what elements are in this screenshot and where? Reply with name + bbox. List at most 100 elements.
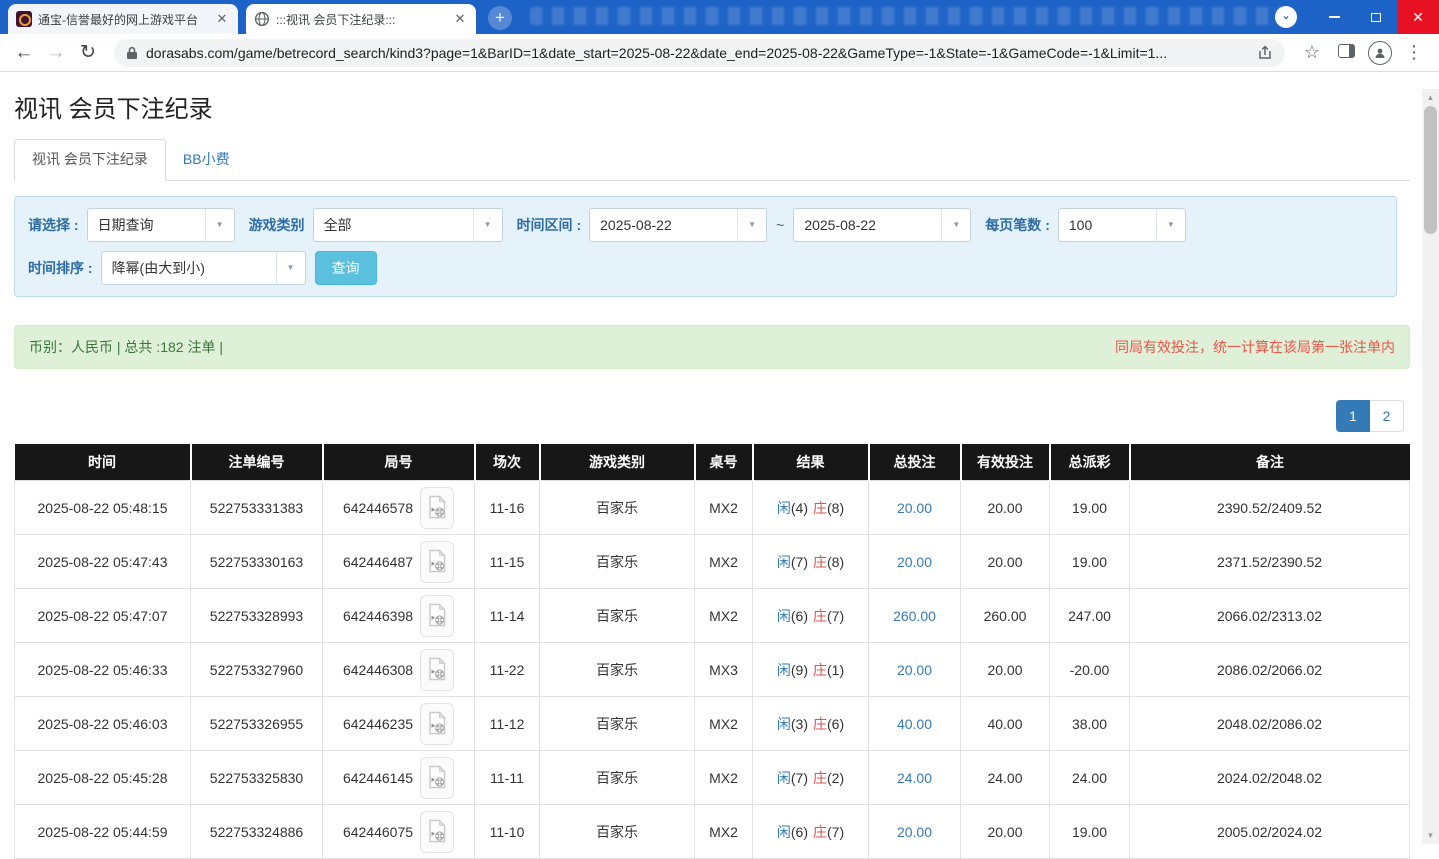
cell-payout: 19.00 — [1050, 805, 1130, 859]
profile-avatar[interactable] — [1363, 41, 1397, 65]
cell-remark: 2066.02/2313.02 — [1130, 589, 1410, 643]
cell-bet-id: 522753330163 — [191, 535, 323, 589]
cell-result: 闲(9)庄(1) — [753, 643, 869, 697]
video-replay-button[interactable] — [420, 757, 454, 799]
scrollbar-up-arrow[interactable]: ▲ — [1422, 89, 1439, 106]
total-bet-link[interactable]: 20.00 — [897, 554, 932, 570]
browser-tab-2[interactable]: :::视讯 会员下注纪录::: — [246, 4, 476, 34]
page-size-select[interactable]: 100 — [1058, 208, 1186, 242]
query-button[interactable]: 查询 — [315, 251, 377, 285]
back-button[interactable] — [8, 42, 40, 64]
date-start-select[interactable]: 2025-08-22 — [589, 208, 767, 242]
result-player-value: (3) — [791, 716, 808, 732]
cell-total-bet: 20.00 — [869, 535, 961, 589]
total-bet-link[interactable]: 20.00 — [897, 500, 932, 516]
chevron-down-icon — [941, 209, 970, 241]
date-end-select[interactable]: 2025-08-22 — [793, 208, 971, 242]
cell-result: 闲(4)庄(8) — [753, 481, 869, 535]
page-scrollbar[interactable]: ▲ ▼ — [1422, 89, 1439, 844]
sort-label: 时间排序 : — [28, 258, 93, 278]
result-player-label: 闲 — [777, 824, 791, 840]
minimize-button[interactable] — [1313, 0, 1355, 34]
cell-time: 2025-08-22 05:44:59 — [15, 805, 191, 859]
cell-payout: 19.00 — [1050, 535, 1130, 589]
side-panel-button[interactable] — [1329, 43, 1363, 63]
total-bet-link[interactable]: 20.00 — [897, 662, 932, 678]
video-replay-button[interactable] — [420, 649, 454, 691]
cell-game-type: 百家乐 — [540, 805, 695, 859]
chevron-down-icon — [276, 252, 305, 284]
result-player-value: (7) — [791, 770, 808, 786]
new-tab-button[interactable] — [488, 6, 512, 30]
result-player-label: 闲 — [777, 662, 791, 678]
cell-bet-id: 522753325830 — [191, 751, 323, 805]
share-icon[interactable] — [1257, 45, 1273, 61]
chevron-down-icon — [1156, 209, 1185, 241]
cell-remark: 2048.02/2086.02 — [1130, 697, 1410, 751]
game-type-select[interactable]: 全部 — [313, 208, 503, 242]
result-banker-label: 庄 — [813, 662, 827, 678]
cell-result: 闲(7)庄(2) — [753, 751, 869, 805]
sort-value: 降幂(由大到小) — [102, 258, 276, 278]
browser-tab-strip: 通宝-信誉最好的网上游戏平台 :::视讯 会员下注纪录::: — [0, 0, 1439, 34]
cell-round-id: 642446398 — [323, 589, 475, 643]
refresh-button[interactable] — [72, 41, 104, 64]
video-replay-button[interactable] — [420, 487, 454, 529]
bookmark-star-icon[interactable] — [1295, 42, 1329, 63]
page-1-button[interactable]: 1 — [1336, 400, 1370, 432]
video-file-icon — [427, 495, 447, 520]
tab-close-icon[interactable] — [214, 11, 230, 27]
tab-search-button[interactable] — [1275, 6, 1297, 28]
scrollbar-thumb[interactable] — [1424, 106, 1437, 234]
page-2-button[interactable]: 2 — [1370, 400, 1404, 432]
cell-remark: 2024.02/2048.02 — [1130, 751, 1410, 805]
cell-time: 2025-08-22 05:45:28 — [15, 751, 191, 805]
cell-round-id: 642446075 — [323, 805, 475, 859]
video-replay-button[interactable] — [420, 541, 454, 583]
video-replay-button[interactable] — [420, 703, 454, 745]
result-banker-label: 庄 — [813, 716, 827, 732]
tab-bb-tips[interactable]: BB小费 — [166, 140, 247, 180]
url-text: dorasabs.com/game/betrecord_search/kind3… — [146, 45, 1249, 61]
column-header-8: 总投注 — [869, 444, 961, 481]
cell-bet-id: 522753327960 — [191, 643, 323, 697]
total-bet-link[interactable]: 260.00 — [893, 608, 936, 624]
address-bar[interactable]: dorasabs.com/game/betrecord_search/kind3… — [114, 39, 1285, 67]
cell-bet-id: 522753324886 — [191, 805, 323, 859]
browser-tab-1[interactable]: 通宝-信誉最好的网上游戏平台 — [8, 4, 238, 34]
query-type-label: 请选择 : — [28, 215, 79, 235]
forward-button[interactable] — [40, 42, 72, 64]
result-player-label: 闲 — [777, 554, 791, 570]
cell-remark: 2086.02/2066.02 — [1130, 643, 1410, 697]
lock-icon — [126, 46, 138, 60]
date-end-value: 2025-08-22 — [794, 217, 941, 233]
cell-bet-id: 522753326955 — [191, 697, 323, 751]
video-replay-button[interactable] — [420, 595, 454, 637]
tab-video-bet-records[interactable]: 视讯 会员下注纪录 — [14, 139, 166, 181]
table-row: 2025-08-22 05:46:33 522753327960 6424463… — [15, 643, 1410, 697]
total-bet-link[interactable]: 24.00 — [897, 770, 932, 786]
page-title: 视讯 会员下注纪录 — [14, 89, 1410, 124]
close-button[interactable] — [1397, 0, 1439, 34]
filter-panel: 请选择 : 日期查询 游戏类别 全部 时间区间 : 2025-08-22 ~ 2 — [14, 196, 1397, 297]
menu-kebab-icon[interactable] — [1397, 42, 1431, 63]
sort-select[interactable]: 降幂(由大到小) — [101, 251, 306, 285]
tab-close-icon[interactable] — [452, 11, 468, 27]
query-type-select[interactable]: 日期查询 — [87, 208, 235, 242]
cell-session: 11-11 — [475, 751, 540, 805]
column-header-3: 局号 — [323, 444, 475, 481]
cell-table-no: MX2 — [695, 751, 753, 805]
column-header-11: 备注 — [1130, 444, 1410, 481]
cell-result: 闲(3)庄(6) — [753, 697, 869, 751]
result-player-label: 闲 — [777, 716, 791, 732]
result-player-value: (9) — [791, 662, 808, 678]
scrollbar-down-arrow[interactable]: ▼ — [1422, 827, 1439, 844]
maximize-button[interactable] — [1355, 0, 1397, 34]
video-replay-button[interactable] — [420, 811, 454, 853]
cell-valid-bet: 20.00 — [961, 643, 1050, 697]
table-row: 2025-08-22 05:46:03 522753326955 6424462… — [15, 697, 1410, 751]
total-bet-link[interactable]: 20.00 — [897, 824, 932, 840]
total-bet-link[interactable]: 40.00 — [897, 716, 932, 732]
column-header-9: 有效投注 — [961, 444, 1050, 481]
same-round-note: 同局有效投注，统一计算在该局第一张注单内 — [1115, 337, 1395, 357]
